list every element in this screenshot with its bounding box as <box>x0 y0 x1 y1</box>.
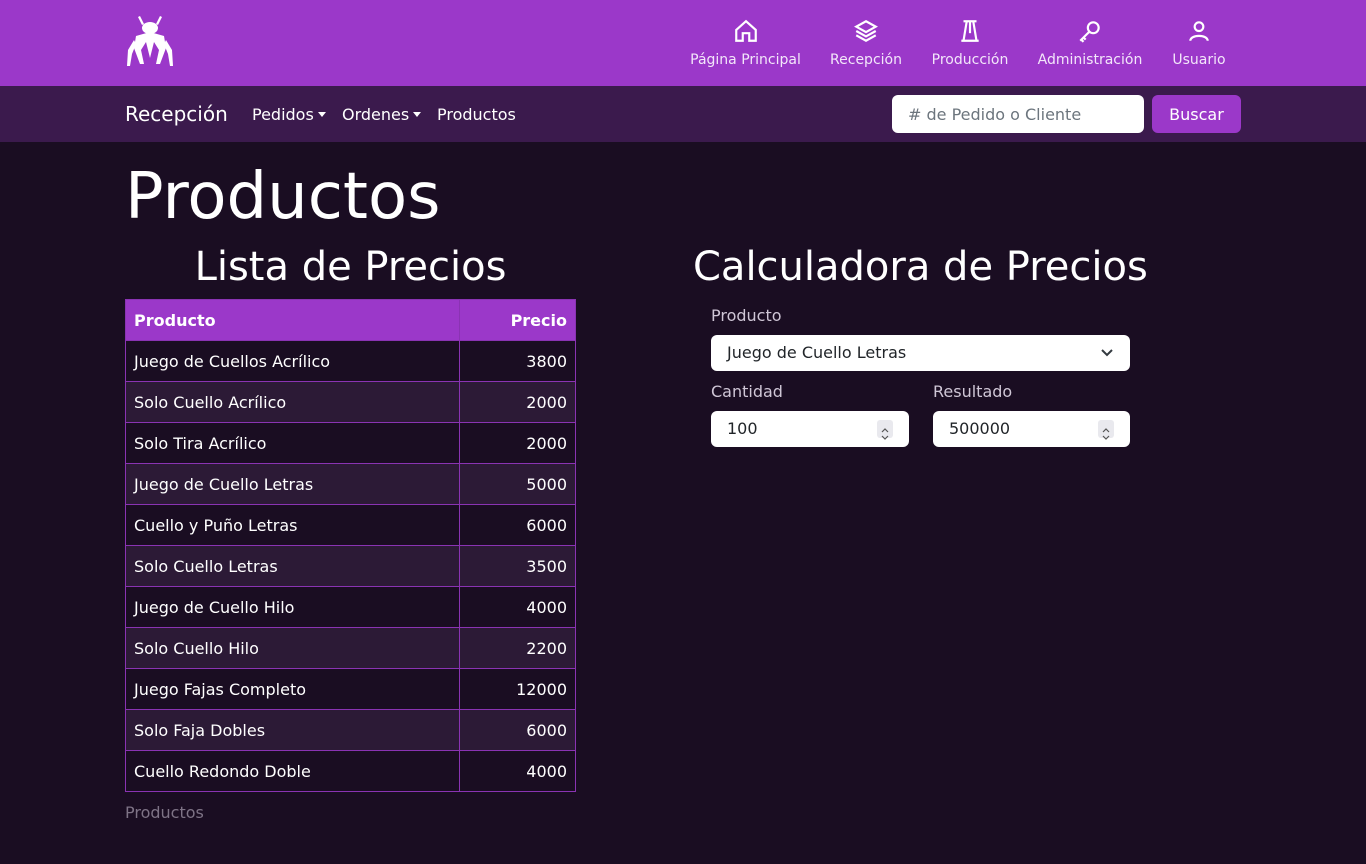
logo-icon[interactable] <box>126 14 174 68</box>
caret-down-icon <box>317 112 326 117</box>
table-row: Solo Cuello Acrílico 2000 <box>125 381 576 423</box>
nav-usuario[interactable]: Usuario <box>1172 0 1226 86</box>
product-select[interactable]: Juego de Cuello Letras <box>711 335 1130 371</box>
subnav-brand[interactable]: Recepción <box>125 102 228 126</box>
top-navbar: Página Principal Recepción Producción Ad… <box>0 0 1366 86</box>
search-input[interactable] <box>892 95 1144 133</box>
product-name: Cuello y Puño Letras <box>125 504 460 546</box>
product-price: 3800 <box>459 340 576 382</box>
product-name: Solo Faja Dobles <box>125 709 460 751</box>
product-name: Juego de Cuello Hilo <box>125 586 460 628</box>
product-price: 4000 <box>459 586 576 628</box>
product-name: Solo Tira Acrílico <box>125 422 460 464</box>
nav-administracion-label: Administración <box>1037 52 1143 68</box>
user-icon <box>1189 21 1209 42</box>
chevron-down-icon <box>1100 335 1114 384</box>
subnav-pedidos-dropdown[interactable]: Pedidos <box>252 105 326 124</box>
nav-administracion[interactable]: Administración <box>1037 0 1143 86</box>
price-list-title: Lista de Precios <box>194 244 507 290</box>
table-row: Solo Faja Dobles 6000 <box>125 709 576 751</box>
subnav-pedidos-label: Pedidos <box>252 105 314 124</box>
result-input[interactable]: 500000 <box>933 411 1130 447</box>
page-title: Productos <box>125 160 441 234</box>
product-price: 6000 <box>459 504 576 546</box>
result-value: 500000 <box>949 419 1011 438</box>
subnav-ordenes-label: Ordenes <box>342 105 410 124</box>
product-select-value: Juego de Cuello Letras <box>727 343 907 362</box>
nav-produccion[interactable]: Producción <box>931 0 1009 86</box>
subnav-productos-link[interactable]: Productos <box>437 105 516 124</box>
product-price: 12000 <box>459 668 576 710</box>
layers-icon <box>854 20 878 42</box>
nav-recepcion-label: Recepción <box>830 52 902 68</box>
table-row: Juego de Cuello Letras 5000 <box>125 463 576 505</box>
column-header-precio: Precio <box>459 299 576 341</box>
product-name: Juego de Cuello Letras <box>125 463 460 505</box>
table-header-row: Producto Precio <box>125 299 576 341</box>
column-header-producto: Producto <box>125 299 460 341</box>
table-row: Solo Cuello Hilo 2200 <box>125 627 576 669</box>
nav-home[interactable]: Página Principal <box>690 0 801 86</box>
home-icon <box>734 19 757 42</box>
product-field-label: Producto <box>711 306 782 325</box>
table-row: Juego de Cuello Hilo 4000 <box>125 586 576 628</box>
product-name: Juego Fajas Completo <box>125 668 460 710</box>
caret-down-icon <box>413 112 422 117</box>
quantity-input[interactable]: 100 <box>711 411 909 447</box>
product-name: Solo Cuello Letras <box>125 545 460 587</box>
product-price: 5000 <box>459 463 576 505</box>
table-row: Cuello y Puño Letras 6000 <box>125 504 576 546</box>
number-spinner-icon[interactable] <box>877 420 893 440</box>
product-price: 6000 <box>459 709 576 751</box>
product-price: 2200 <box>459 627 576 669</box>
product-price: 2000 <box>459 422 576 464</box>
product-name: Juego de Cuellos Acrílico <box>125 340 460 382</box>
nav-produccion-label: Producción <box>931 52 1009 68</box>
product-price: 4000 <box>459 750 576 792</box>
table-row: Solo Cuello Letras 3500 <box>125 545 576 587</box>
product-name: Solo Cuello Hilo <box>125 627 460 669</box>
key-icon <box>1079 21 1100 43</box>
product-price: 2000 <box>459 381 576 423</box>
subnav-ordenes-dropdown[interactable]: Ordenes <box>342 105 422 124</box>
table-row: Juego de Cuellos Acrílico 3800 <box>125 340 576 382</box>
nav-home-label: Página Principal <box>690 52 801 68</box>
price-calculator-title: Calculadora de Precios <box>693 244 1148 290</box>
table-row: Solo Tira Acrílico 2000 <box>125 422 576 464</box>
table-row: Juego Fajas Completo 12000 <box>125 668 576 710</box>
number-spinner-icon[interactable] <box>1098 420 1114 440</box>
nav-usuario-label: Usuario <box>1172 52 1226 68</box>
price-table: Producto Precio Juego de Cuellos Acrílic… <box>125 299 576 792</box>
result-field-label: Resultado <box>933 382 1013 401</box>
product-price: 3500 <box>459 545 576 587</box>
table-row: Cuello Redondo Doble 4000 <box>125 750 576 792</box>
quantity-field-label: Cantidad <box>711 382 783 401</box>
machine-icon <box>961 20 979 42</box>
quantity-value: 100 <box>727 419 758 438</box>
search-button[interactable]: Buscar <box>1152 95 1241 133</box>
product-name: Cuello Redondo Doble <box>125 750 460 792</box>
product-name: Solo Cuello Acrílico <box>125 381 460 423</box>
nav-recepcion[interactable]: Recepción <box>830 0 902 86</box>
footer-productos-link[interactable]: Productos <box>125 803 204 822</box>
